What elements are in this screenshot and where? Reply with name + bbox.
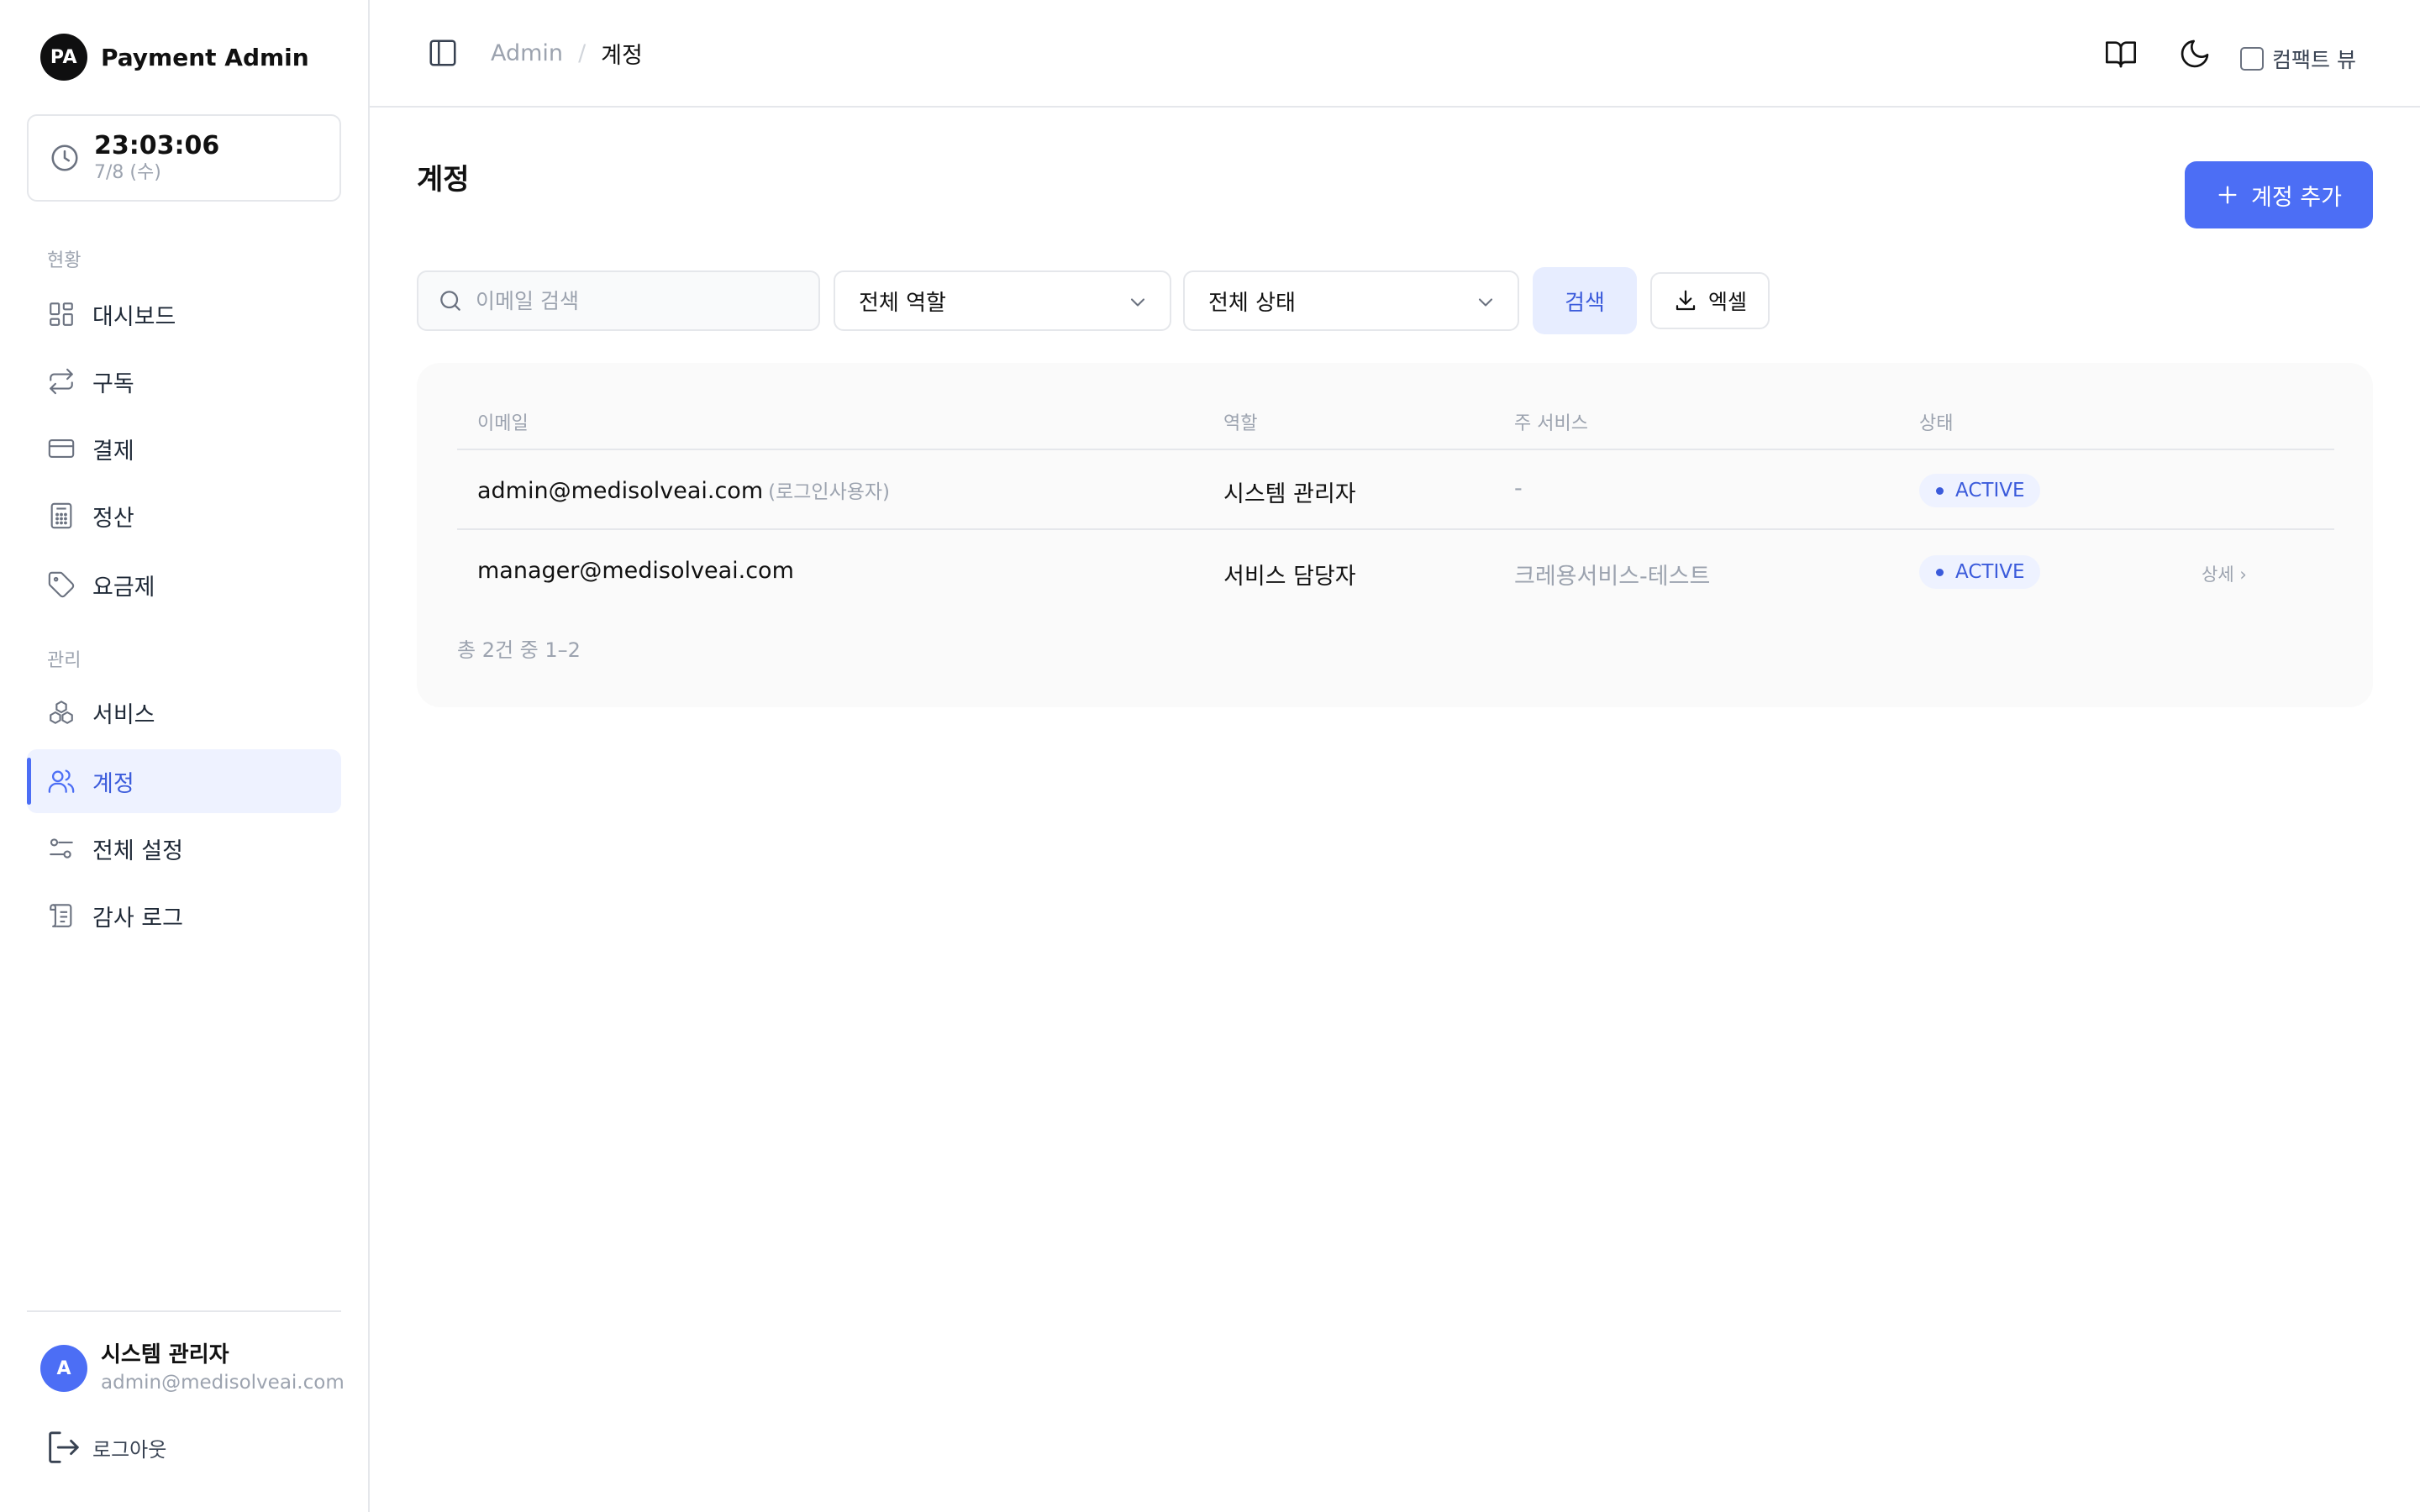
sidebar-item-label: 대시보드 xyxy=(92,303,176,330)
column-header-service: 주 서비스 xyxy=(1514,413,1588,434)
chevron-down-icon xyxy=(1130,298,1145,307)
calculator-icon xyxy=(50,502,72,529)
detail-link[interactable]: 상세 › xyxy=(2202,561,2247,586)
logout-label: 로그아웃 xyxy=(92,1437,167,1462)
brand-name: Payment Admin xyxy=(101,43,309,71)
boxes-icon xyxy=(50,701,73,724)
table-row-email: admin@medisolveai.com (로그인사용자) xyxy=(477,475,890,504)
current-user-note: (로그인사용자) xyxy=(768,481,891,503)
status-text: ACTIVE xyxy=(1955,561,2025,583)
search-button[interactable]: 검색 xyxy=(1533,267,1637,334)
table-row-service: - xyxy=(1514,475,1523,501)
repeat-icon xyxy=(50,368,73,395)
sidebar-item-dashboard[interactable]: 대시보드 xyxy=(27,282,341,346)
sidebar-toggle-icon[interactable] xyxy=(427,37,459,69)
dashboard-icon xyxy=(50,302,73,326)
top-header: Admin / 계정 컴팩트 뷰 xyxy=(370,0,2420,108)
user-name: 시스템 관리자 xyxy=(101,1342,229,1368)
sidebar-item-services[interactable]: 서비스 xyxy=(27,680,341,744)
clock-icon xyxy=(51,144,78,171)
page-title: 계정 xyxy=(417,163,470,197)
brand[interactable]: PA Payment Admin xyxy=(40,34,309,81)
breadcrumb-current: 계정 xyxy=(601,43,643,69)
column-header-email: 이메일 xyxy=(477,413,529,434)
sidebar: PA Payment Admin 23:03:06 7/8 (수) 현황 대시보… xyxy=(0,0,370,1512)
column-header-status: 상태 xyxy=(1919,413,1954,434)
sidebar-item-label: 요금제 xyxy=(92,574,155,601)
avatar: A xyxy=(40,1345,87,1392)
column-header-role: 역할 xyxy=(1223,413,1258,434)
pagination-total: 총 2건 중 1–2 xyxy=(457,638,581,662)
search-icon xyxy=(440,291,460,311)
add-account-button[interactable]: 계정 추가 xyxy=(2185,161,2373,228)
accounts-table-card xyxy=(417,363,2373,707)
user-email: admin@medisolveai.com xyxy=(101,1372,345,1394)
sidebar-item-label: 전체 설정 xyxy=(92,837,183,864)
sidebar-item-payment[interactable]: 결제 xyxy=(27,417,341,480)
sidebar-divider xyxy=(27,1310,341,1312)
status-dot xyxy=(1936,486,1944,495)
table-row-divider xyxy=(457,528,2334,530)
sidebar-item-label: 계정 xyxy=(92,770,134,797)
sidebar-item-label: 구독 xyxy=(92,370,134,397)
moon-icon[interactable] xyxy=(2178,37,2212,71)
compact-view-checkbox[interactable] xyxy=(2240,47,2264,71)
plus-icon xyxy=(2218,186,2237,204)
status-badge: ACTIVE xyxy=(1919,555,2040,589)
clock-time: 23:03:06 xyxy=(94,131,220,160)
compact-view-toggle[interactable]: 컴팩트 뷰 xyxy=(2240,44,2356,74)
chevron-down-icon xyxy=(1478,298,1493,307)
table-header-divider xyxy=(457,449,2334,450)
tag-icon xyxy=(48,571,75,598)
scroll-icon xyxy=(50,904,72,927)
status-select[interactable]: 전체 상태 xyxy=(1183,270,1519,331)
search-input[interactable] xyxy=(476,288,812,313)
sidebar-item-label: 서비스 xyxy=(92,701,155,728)
table-row-role: 시스템 관리자 xyxy=(1223,481,1356,507)
clock-widget: 23:03:06 7/8 (수) xyxy=(27,114,341,202)
breadcrumb-separator: / xyxy=(578,40,587,66)
compact-view-label: 컴팩트 뷰 xyxy=(2272,48,2356,72)
sidebar-item-pricing[interactable]: 요금제 xyxy=(27,553,341,617)
brand-logo: PA xyxy=(40,34,87,81)
credit-card-icon xyxy=(48,439,75,458)
user-profile[interactable]: A 시스템 관리자 admin@medisolveai.com xyxy=(40,1341,345,1396)
email-text: manager@medisolveai.com xyxy=(477,558,794,584)
add-account-label: 계정 추가 xyxy=(2251,184,2342,211)
users-icon xyxy=(48,769,75,793)
table-row-role: 서비스 담당자 xyxy=(1223,564,1356,590)
excel-export-button[interactable]: 엑셀 xyxy=(1650,272,1770,329)
email-text: admin@medisolveai.com xyxy=(477,478,764,504)
sidebar-item-label: 감사 로그 xyxy=(92,905,183,932)
clock-date: 7/8 (수) xyxy=(94,162,161,183)
nav-section-manage: 관리 xyxy=(47,650,82,671)
sidebar-item-label: 결제 xyxy=(92,438,134,465)
breadcrumb-admin[interactable]: Admin xyxy=(491,40,563,66)
settings-sliders-icon xyxy=(50,838,73,858)
table-row-email: manager@medisolveai.com xyxy=(477,558,794,584)
status-select-value: 전체 상태 xyxy=(1208,290,1296,316)
logout-button[interactable]: 로그아웃 xyxy=(44,1428,166,1467)
email-search xyxy=(417,270,820,331)
book-open-icon[interactable] xyxy=(2104,37,2138,71)
role-select[interactable]: 전체 역할 xyxy=(834,270,1171,331)
logout-icon xyxy=(49,1431,79,1463)
nav-section-status: 현황 xyxy=(47,250,82,271)
sidebar-item-accounts[interactable]: 계정 xyxy=(27,749,341,813)
status-badge: ACTIVE xyxy=(1919,474,2040,507)
sidebar-item-audit-log[interactable]: 감사 로그 xyxy=(27,884,341,948)
download-icon xyxy=(1676,290,1696,311)
sidebar-item-label: 정산 xyxy=(92,505,134,532)
role-select-value: 전체 역할 xyxy=(859,290,946,316)
sidebar-item-subscription[interactable]: 구독 xyxy=(27,349,341,413)
sidebar-item-settlement[interactable]: 정산 xyxy=(27,484,341,548)
table-row-service: 크레용서비스-테스트 xyxy=(1514,564,1711,590)
breadcrumb: Admin / 계정 xyxy=(491,37,643,70)
status-dot xyxy=(1936,568,1944,576)
excel-export-label: 엑셀 xyxy=(1707,290,1747,314)
sidebar-item-settings[interactable]: 전체 설정 xyxy=(27,816,341,880)
status-text: ACTIVE xyxy=(1955,480,2025,501)
